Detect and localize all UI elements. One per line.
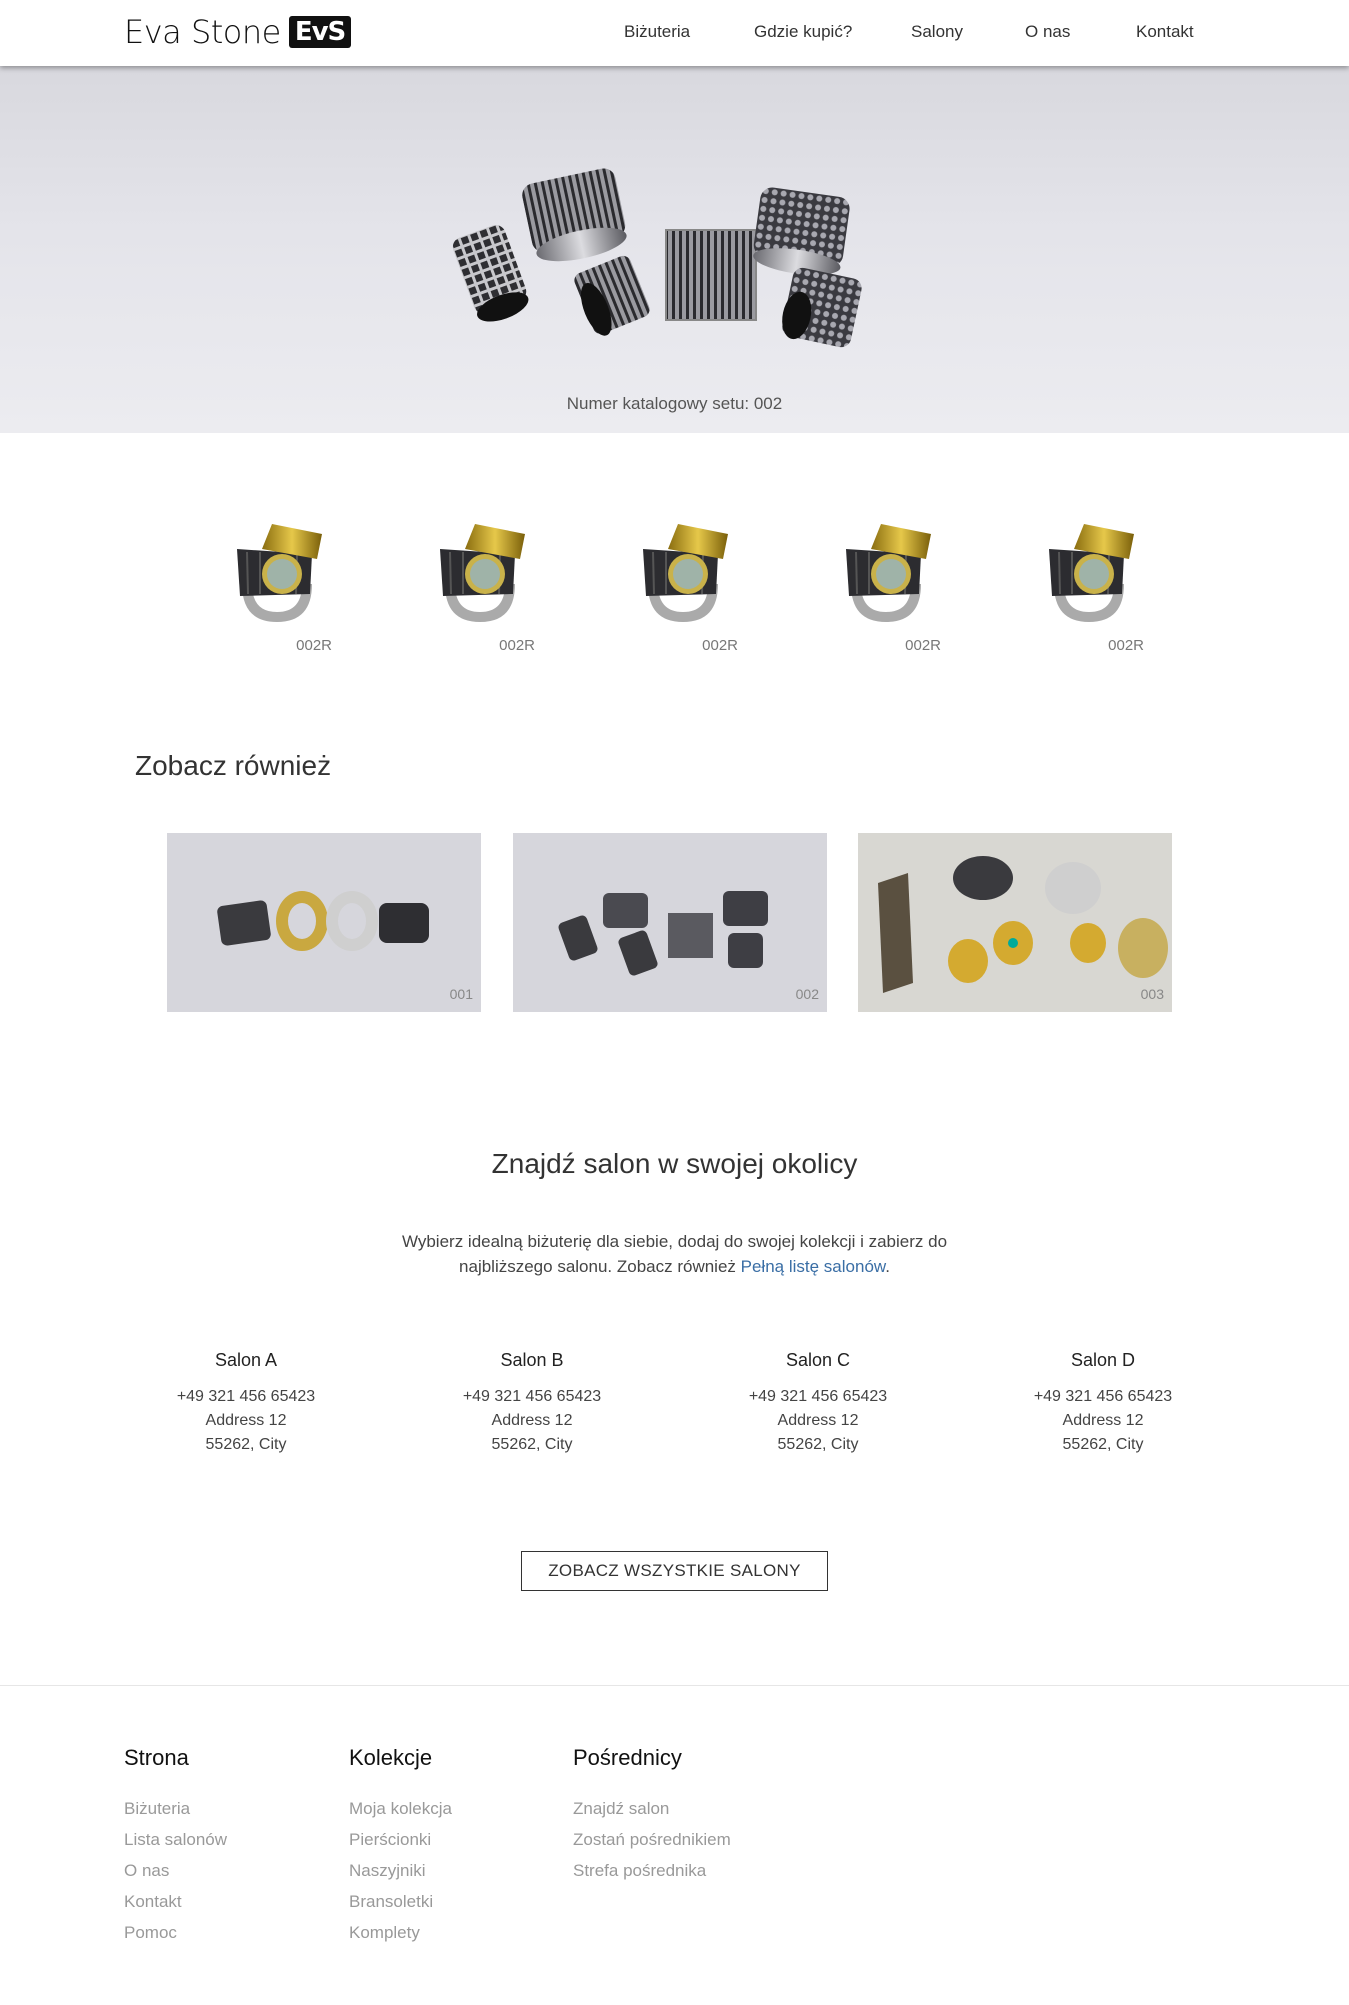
see-also-card[interactable]: 002 bbox=[513, 833, 827, 1012]
product-code: 002R bbox=[1108, 637, 1144, 654]
salon-address: Address 12 bbox=[777, 1412, 859, 1429]
salon-city: 55262, City bbox=[777, 1436, 859, 1453]
set-002-image bbox=[513, 833, 827, 1012]
nav-salony[interactable]: Salony bbox=[911, 22, 963, 42]
ring-image bbox=[811, 504, 961, 629]
set-003-image bbox=[858, 833, 1172, 1012]
footer-column-strona: Strona Biżuteria Lista salonów O nas Kon… bbox=[124, 1745, 227, 1948]
find-salon-title: Znajdź salon w swojej okolicy bbox=[491, 1148, 858, 1179]
footer-link[interactable]: Kontakt bbox=[124, 1886, 227, 1917]
product-code: 002R bbox=[702, 637, 738, 654]
footer-link[interactable]: Pomoc bbox=[124, 1917, 227, 1948]
salon-address: Address 12 bbox=[1062, 1412, 1144, 1429]
salon-name: Salon A bbox=[214, 1350, 278, 1370]
hero-jewelry-image bbox=[452, 168, 862, 348]
card-label: 003 bbox=[1140, 986, 1164, 1002]
product-code: 002R bbox=[296, 637, 332, 654]
footer-link[interactable]: Komplety bbox=[349, 1917, 452, 1948]
salon-card: Salon D +49 321 456 65423 Address 12 552… bbox=[993, 1350, 1213, 1457]
main-nav: Biżuteria Gdzie kupić? Salony O nas Kont… bbox=[0, 0, 1349, 66]
footer-link[interactable]: Zostań pośrednikiem bbox=[573, 1824, 731, 1855]
footer-link[interactable]: O nas bbox=[124, 1855, 227, 1886]
salon-name: Salon D bbox=[1070, 1350, 1136, 1370]
footer-column-posrednicy: Pośrednicy Znajdź salon Zostań pośrednik… bbox=[573, 1745, 731, 1886]
footer-link[interactable]: Biżuteria bbox=[124, 1793, 227, 1824]
product-thumb[interactable]: 002R bbox=[202, 504, 352, 654]
card-label: 002 bbox=[795, 986, 819, 1002]
nav-gdzie-kupic[interactable]: Gdzie kupić? bbox=[754, 22, 852, 42]
product-code: 002R bbox=[905, 637, 941, 654]
footer-column-kolekcje: Kolekcje Moja kolekcja Pierścionki Naszy… bbox=[349, 1745, 452, 1948]
footer-link[interactable]: Naszyjniki bbox=[349, 1855, 452, 1886]
product-thumb[interactable]: 002R bbox=[811, 504, 961, 654]
ring-image bbox=[405, 504, 555, 629]
salon-address: Address 12 bbox=[205, 1412, 287, 1429]
salon-phone: +49 321 456 65423 bbox=[462, 1388, 602, 1405]
footer-link[interactable]: Bransoletki bbox=[349, 1886, 452, 1917]
nav-kontakt[interactable]: Kontakt bbox=[1136, 22, 1194, 42]
footer-column-title: Strona bbox=[124, 1745, 189, 1770]
salon-address: Address 12 bbox=[491, 1412, 573, 1429]
product-thumb[interactable]: 002R bbox=[608, 504, 758, 654]
footer-link[interactable]: Znajdź salon bbox=[573, 1793, 731, 1824]
description-end: . bbox=[885, 1257, 890, 1276]
hero-banner: Numer katalogowy setu: 002 bbox=[0, 66, 1349, 433]
salon-card: Salon C +49 321 456 65423 Address 12 552… bbox=[708, 1350, 928, 1457]
see-all-salons-button[interactable]: ZOBACZ WSZYSTKIE SALONY bbox=[521, 1551, 828, 1591]
salon-phone: +49 321 456 65423 bbox=[748, 1388, 888, 1405]
card-label: 001 bbox=[449, 986, 473, 1002]
footer-divider bbox=[0, 1685, 1349, 1686]
footer-link[interactable]: Lista salonów bbox=[124, 1824, 227, 1855]
ring-image bbox=[202, 504, 352, 629]
product-thumb[interactable]: 002R bbox=[1014, 504, 1164, 654]
footer-column-title: Pośrednicy bbox=[573, 1745, 682, 1770]
product-thumb[interactable]: 002R bbox=[405, 504, 555, 654]
full-salon-list-link[interactable]: Pełną listę salonów bbox=[741, 1257, 886, 1276]
ring-image bbox=[1014, 504, 1164, 629]
hero-caption: Numer katalogowy setu: 002 bbox=[566, 394, 783, 413]
salon-name: Salon B bbox=[500, 1350, 564, 1370]
footer-link[interactable]: Strefa pośrednika bbox=[573, 1855, 731, 1886]
footer-link[interactable]: Pierścionki bbox=[349, 1824, 452, 1855]
salon-card: Salon B +49 321 456 65423 Address 12 552… bbox=[422, 1350, 642, 1457]
see-also-title: Zobacz również bbox=[135, 750, 332, 781]
salon-city: 55262, City bbox=[491, 1436, 573, 1453]
salon-phone: +49 321 456 65423 bbox=[1033, 1388, 1173, 1405]
nav-bizuteria[interactable]: Biżuteria bbox=[624, 22, 690, 42]
salon-card: Salon A +49 321 456 65423 Address 12 552… bbox=[136, 1350, 356, 1457]
salon-name: Salon C bbox=[785, 1350, 851, 1370]
product-code: 002R bbox=[499, 637, 535, 654]
salon-city: 55262, City bbox=[1062, 1436, 1144, 1453]
see-also-card[interactable]: 003 bbox=[858, 833, 1172, 1012]
footer-column-title: Kolekcje bbox=[349, 1745, 433, 1770]
set-001-image bbox=[167, 833, 481, 1012]
site-header: Eva Stone EvS Biżuteria Gdzie kupić? Sal… bbox=[0, 0, 1349, 66]
ring-image bbox=[608, 504, 758, 629]
salon-phone: +49 321 456 65423 bbox=[176, 1388, 316, 1405]
find-salon-description: Wybierz idealną biżuterię dla siebie, do… bbox=[374, 1229, 975, 1279]
nav-o-nas[interactable]: O nas bbox=[1025, 22, 1070, 42]
footer-link[interactable]: Moja kolekcja bbox=[349, 1793, 452, 1824]
see-also-card[interactable]: 001 bbox=[167, 833, 481, 1012]
salon-city: 55262, City bbox=[205, 1436, 287, 1453]
